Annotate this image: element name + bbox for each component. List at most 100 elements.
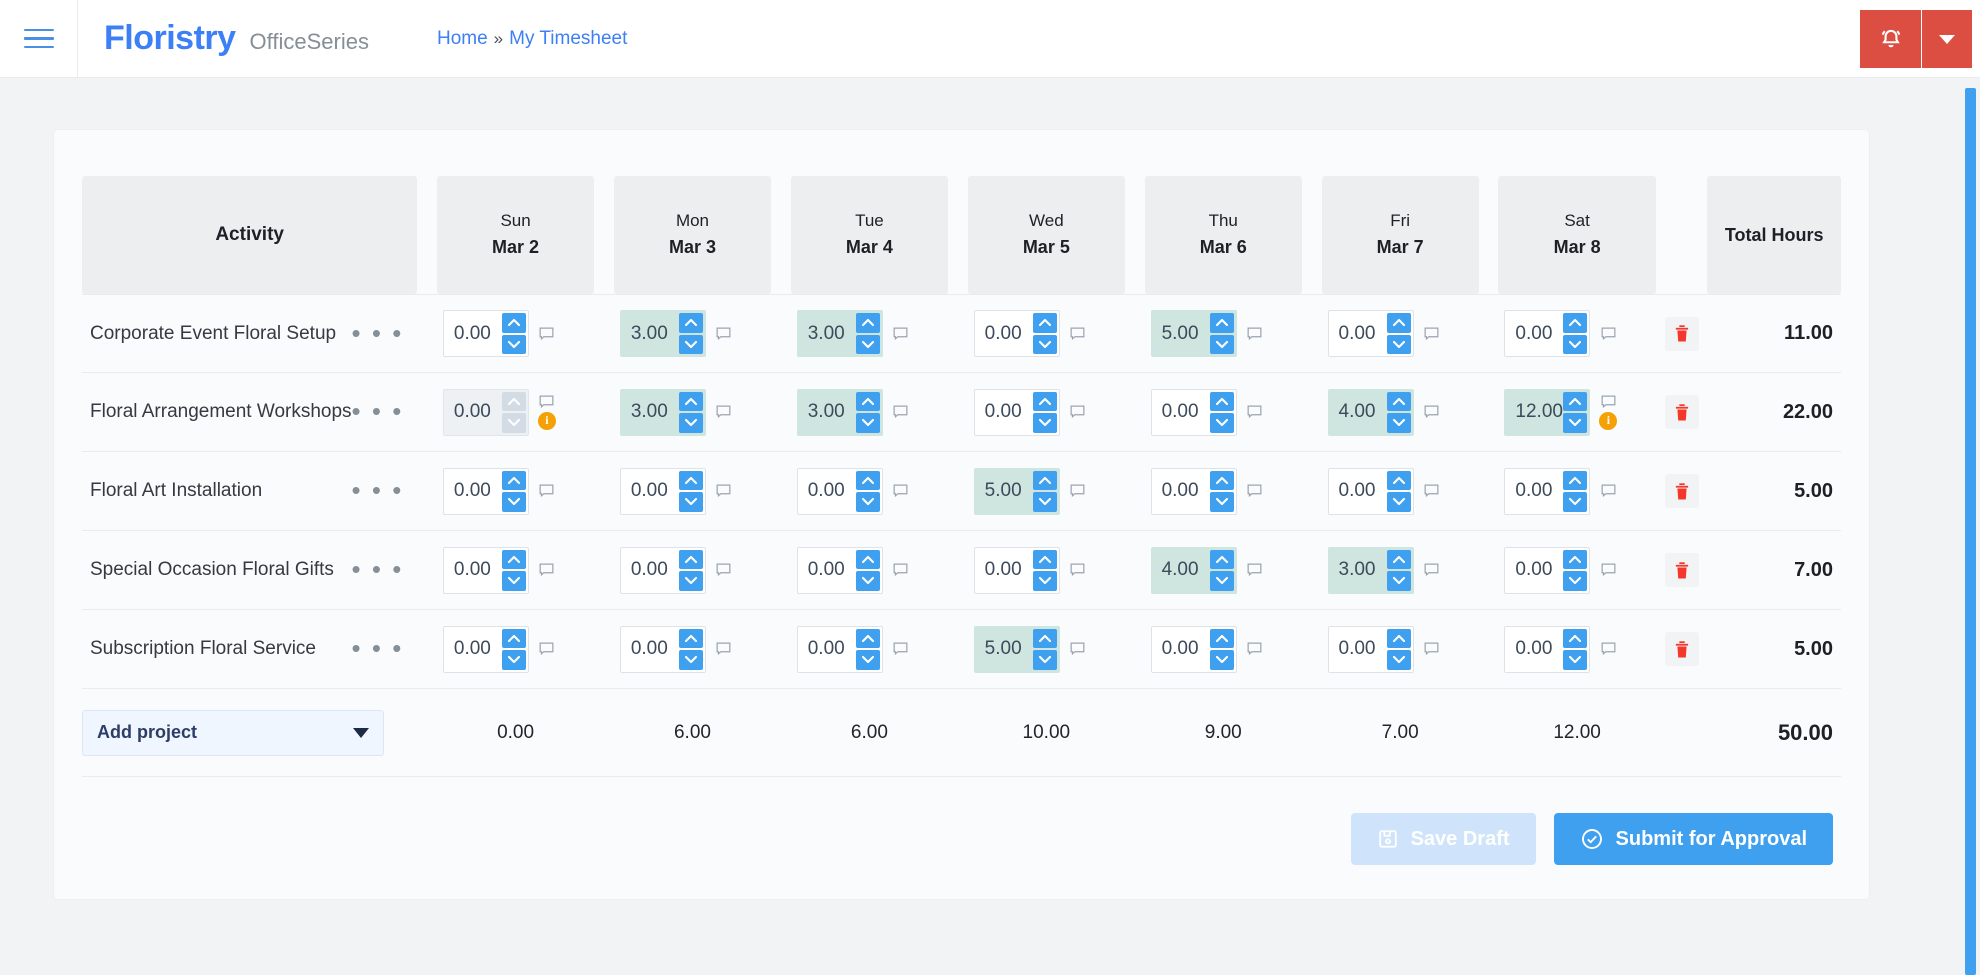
hours-input-0-4[interactable]: 5.00 (1150, 310, 1237, 357)
stepper-down-button[interactable] (678, 650, 703, 670)
stepper-up-button[interactable] (1209, 470, 1234, 490)
stepper-up-button[interactable] (1563, 391, 1588, 411)
delete-row-button[interactable] (1664, 395, 1699, 429)
stepper-down-button[interactable] (1563, 492, 1588, 512)
stepper-up-button[interactable] (501, 313, 526, 333)
stepper-up-button[interactable] (678, 391, 703, 411)
comment-icon[interactable] (1424, 642, 1439, 656)
hours-input-1-3[interactable]: 0.00 (973, 388, 1060, 436)
hours-input-2-0[interactable]: 0.00 (442, 467, 529, 515)
stepper-up-button[interactable] (1032, 391, 1057, 411)
hours-input-3-0[interactable]: 0.00 (442, 546, 529, 594)
comment-icon[interactable] (539, 395, 554, 409)
stepper-up-button[interactable] (855, 391, 880, 411)
stepper-down-button[interactable] (501, 492, 526, 512)
stepper-up-button[interactable] (1032, 549, 1057, 569)
stepper-down-button[interactable] (1032, 492, 1057, 512)
hours-input-4-4[interactable]: 0.00 (1150, 625, 1237, 673)
stepper-down-button[interactable] (1386, 492, 1411, 512)
comment-icon[interactable] (1070, 327, 1085, 341)
hours-input-1-5[interactable]: 4.00 (1327, 388, 1414, 436)
hours-input-4-3[interactable]: 5.00 (973, 625, 1060, 673)
delete-row-button[interactable] (1664, 553, 1699, 587)
row-menu-ellipsis-icon[interactable]: • • • (351, 531, 418, 610)
comment-icon[interactable] (716, 405, 731, 419)
comment-icon[interactable] (1247, 327, 1262, 341)
stepper-down-button[interactable] (1563, 650, 1588, 670)
stepper-up-button[interactable] (678, 628, 703, 648)
comment-icon[interactable] (1601, 327, 1616, 341)
stepper-down-button[interactable] (1032, 571, 1057, 591)
stepper-down-button[interactable] (1032, 650, 1057, 670)
stepper-down-button[interactable] (1563, 571, 1588, 591)
stepper-up-button[interactable] (1386, 549, 1411, 569)
comment-icon[interactable] (1601, 484, 1616, 498)
comment-icon[interactable] (539, 642, 554, 656)
stepper-up-button[interactable] (678, 313, 703, 333)
comment-icon[interactable] (1424, 405, 1439, 419)
stepper-down-button[interactable] (1386, 413, 1411, 433)
delete-row-button[interactable] (1664, 632, 1699, 666)
stepper-down-button[interactable] (1209, 413, 1234, 433)
stepper-down-button[interactable] (678, 492, 703, 512)
stepper-down-button[interactable] (1209, 571, 1234, 591)
stepper-down-button[interactable] (1032, 413, 1057, 433)
hours-input-3-5[interactable]: 3.00 (1327, 546, 1414, 594)
comment-icon[interactable] (893, 327, 908, 341)
stepper-up-button[interactable] (1386, 313, 1411, 333)
stepper-down-button[interactable] (1209, 650, 1234, 670)
comment-icon[interactable] (893, 484, 908, 498)
stepper-up-button[interactable] (501, 470, 526, 490)
comment-icon[interactable] (1601, 395, 1616, 409)
stepper-down-button[interactable] (501, 413, 526, 433)
comment-icon[interactable] (1247, 642, 1262, 656)
hours-input-2-4[interactable]: 0.00 (1150, 467, 1237, 515)
hours-input-2-5[interactable]: 0.00 (1327, 467, 1414, 515)
hours-input-4-2[interactable]: 0.00 (796, 625, 883, 673)
hours-input-0-3[interactable]: 0.00 (973, 310, 1060, 357)
save-draft-button[interactable]: Save Draft (1350, 813, 1536, 865)
stepper-up-button[interactable] (1386, 628, 1411, 648)
submit-for-approval-button[interactable]: Submit for Approval (1553, 813, 1833, 865)
hours-input-1-6[interactable]: 12.00 (1504, 388, 1591, 436)
stepper-up-button[interactable] (1209, 628, 1234, 648)
comment-icon[interactable] (539, 484, 554, 498)
comment-icon[interactable] (716, 327, 731, 341)
stepper-down-button[interactable] (855, 334, 880, 354)
comment-icon[interactable] (1070, 405, 1085, 419)
stepper-down-button[interactable] (1032, 334, 1057, 354)
stepper-up-button[interactable] (1209, 313, 1234, 333)
stepper-down-button[interactable] (678, 571, 703, 591)
add-project-dropdown[interactable]: Add project (82, 709, 384, 756)
stepper-up-button[interactable] (1209, 391, 1234, 411)
stepper-up-button[interactable] (1386, 470, 1411, 490)
stepper-down-button[interactable] (855, 492, 880, 512)
comment-icon[interactable] (1424, 563, 1439, 577)
comment-icon[interactable] (1247, 563, 1262, 577)
stepper-up-button[interactable] (1563, 313, 1588, 333)
hours-input-4-1[interactable]: 0.00 (619, 625, 706, 673)
comment-icon[interactable] (539, 327, 554, 341)
hours-input-1-1[interactable]: 3.00 (619, 388, 706, 436)
delete-row-button[interactable] (1664, 316, 1699, 351)
stepper-up-button[interactable] (678, 470, 703, 490)
stepper-down-button[interactable] (855, 571, 880, 591)
comment-icon[interactable] (1424, 327, 1439, 341)
hours-input-0-5[interactable]: 0.00 (1327, 310, 1414, 357)
delete-row-button[interactable] (1664, 474, 1699, 508)
breadcrumb-current-link[interactable]: My Timesheet (509, 28, 627, 50)
hours-input-2-3[interactable]: 5.00 (973, 467, 1060, 515)
stepper-down-button[interactable] (501, 571, 526, 591)
comment-icon[interactable] (1070, 642, 1085, 656)
stepper-up-button[interactable] (1032, 313, 1057, 333)
comment-icon[interactable] (1424, 484, 1439, 498)
comment-icon[interactable] (893, 563, 908, 577)
hours-input-4-5[interactable]: 0.00 (1327, 625, 1414, 673)
hours-input-1-2[interactable]: 3.00 (796, 388, 883, 436)
notifications-dropdown-button[interactable] (1922, 10, 1972, 68)
stepper-up-button[interactable] (1209, 549, 1234, 569)
stepper-up-button[interactable] (1563, 628, 1588, 648)
stepper-down-button[interactable] (501, 334, 526, 354)
comment-icon[interactable] (893, 405, 908, 419)
page-scrollbar[interactable] (1965, 88, 1976, 975)
